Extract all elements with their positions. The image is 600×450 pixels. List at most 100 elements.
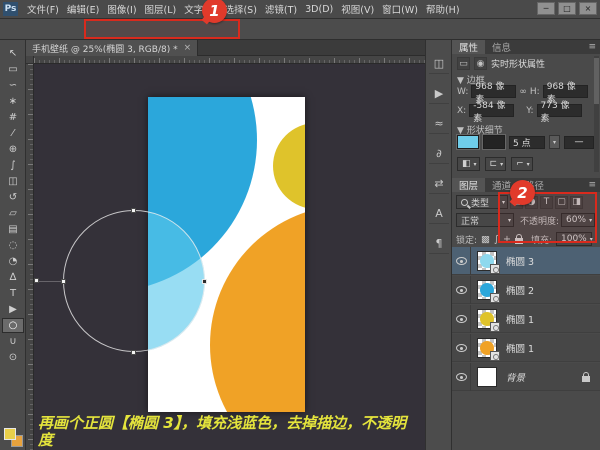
tab-properties[interactable]: 属性 <box>452 40 485 54</box>
eye-icon <box>456 373 467 381</box>
caption-line-1: 再画个正圆【椭圆 3】，填充浅蓝色，去掉描边，不透明度 <box>38 414 406 449</box>
stroke-caps-dropdown[interactable]: ⊏▾ <box>485 157 507 171</box>
visibility-toggle[interactable] <box>452 247 471 275</box>
pen-tool[interactable]: ∆ <box>2 270 24 285</box>
layer-thumbnail[interactable] <box>477 309 497 329</box>
prop-y-field[interactable]: 773 像素 <box>537 104 582 117</box>
menu-window[interactable]: 窗口(W) <box>378 2 422 16</box>
layer-name[interactable]: 椭圆 1 <box>506 312 534 326</box>
panel-menu-icon[interactable]: ≡ <box>588 178 600 192</box>
layer-name[interactable]: 椭圆 1 <box>506 341 534 355</box>
zoom-tool[interactable]: ⊙ <box>2 350 24 365</box>
tab-close-icon[interactable]: × <box>184 43 192 53</box>
menu-help[interactable]: 帮助(H) <box>422 2 464 16</box>
maximize-button[interactable]: □ <box>558 2 576 15</box>
styles-panel-icon[interactable]: ∂ <box>429 144 449 164</box>
move-tool[interactable]: ↖ <box>2 46 24 61</box>
layer-row-ellipse-2[interactable]: 椭圆 2 <box>452 276 600 304</box>
eyedropper-tool[interactable]: ⁄ <box>2 126 24 141</box>
layer-thumbnail[interactable] <box>477 251 497 271</box>
prop-stroke-width-field[interactable]: 5 点 <box>509 136 545 149</box>
layer-row-ellipse-1-yellow[interactable]: 椭圆 1 <box>452 305 600 333</box>
swap-panel-icon[interactable]: ⇄ <box>429 174 449 194</box>
panel-menu-icon[interactable]: ≡ <box>588 40 600 54</box>
path-select-tool[interactable]: ▶ <box>2 302 24 317</box>
visibility-toggle[interactable] <box>452 334 471 362</box>
properties-scrollbar[interactable] <box>594 56 599 172</box>
actions-panel-icon[interactable]: ▶ <box>429 84 449 104</box>
prop-h-field[interactable]: 968 像素 <box>543 85 588 98</box>
prop-fill-swatch[interactable] <box>457 135 479 149</box>
healing-tool[interactable]: ⊕ <box>2 142 24 157</box>
blur-tool[interactable]: ◌ <box>2 238 24 253</box>
chevron-down-icon[interactable]: ▾ <box>549 135 560 149</box>
layer-row-background[interactable]: 背景 <box>452 363 600 391</box>
prop-w-field[interactable]: 968 像素 <box>471 85 516 98</box>
anchor-right[interactable] <box>202 279 207 284</box>
layer-row-ellipse-3[interactable]: 椭圆 3 <box>452 247 600 275</box>
ellipse-1-yellow-shape <box>273 123 305 209</box>
layer-thumbnail[interactable] <box>477 367 497 387</box>
menu-edit[interactable]: 编辑(E) <box>63 2 103 16</box>
layer-thumbnail[interactable] <box>477 280 497 300</box>
prop-x-field[interactable]: -584 像素 <box>469 104 514 117</box>
hand-tool[interactable]: ∪ <box>2 334 24 349</box>
layer-name[interactable]: 椭圆 3 <box>506 254 534 268</box>
anchor-top[interactable] <box>131 208 136 213</box>
stroke-align-dropdown[interactable]: ◧▾ <box>457 157 480 171</box>
layer-row-ellipse-1-orange[interactable]: 椭圆 1 <box>452 334 600 362</box>
history-brush-tool[interactable]: ↺ <box>2 190 24 205</box>
mask-properties-icon[interactable]: ◉ <box>474 57 487 70</box>
menu-layer[interactable]: 图层(L) <box>141 2 181 16</box>
menu-3d[interactable]: 3D(D) <box>301 4 337 15</box>
layer-name[interactable]: 背景 <box>506 370 525 384</box>
ellipse-shape-tool[interactable]: ○ <box>2 318 24 333</box>
type-tool[interactable]: T <box>2 286 24 301</box>
lock-transparent-icon[interactable]: ▩ <box>481 234 490 245</box>
path-edge-handle[interactable] <box>34 278 39 283</box>
gradient-tool[interactable]: ▤ <box>2 222 24 237</box>
canvas-area[interactable] <box>34 64 425 450</box>
visibility-toggle[interactable] <box>452 363 471 391</box>
character-panel-icon[interactable]: A <box>429 204 449 224</box>
visibility-toggle[interactable] <box>452 305 471 333</box>
close-button[interactable]: × <box>579 2 597 15</box>
dodge-tool[interactable]: ◔ <box>2 254 24 269</box>
prop-h-label: H: <box>530 87 540 97</box>
anchor-bottom[interactable] <box>131 350 136 355</box>
link-dimensions-icon[interactable]: ∞ <box>519 87 527 97</box>
paragraph-panel-icon[interactable]: ¶ <box>429 234 449 254</box>
quick-select-tool[interactable]: ∗ <box>2 94 24 109</box>
ellipse-1-orange-shape <box>210 205 305 412</box>
visibility-toggle[interactable] <box>452 276 471 304</box>
document-tab[interactable]: 手机壁纸 @ 25%(椭圆 3, RGB/8) * × <box>26 40 198 56</box>
eye-icon <box>456 286 467 294</box>
anchor-left[interactable] <box>61 279 66 284</box>
layer-name[interactable]: 椭圆 2 <box>506 283 534 297</box>
eraser-tool[interactable]: ▱ <box>2 206 24 221</box>
brush-presets-panel-icon[interactable]: ≈ <box>429 114 449 134</box>
marquee-tool[interactable]: ▭ <box>2 62 24 77</box>
menu-file[interactable]: 文件(F) <box>23 2 63 16</box>
layer-thumbnail[interactable] <box>477 338 497 358</box>
brush-tool[interactable]: ∫ <box>2 158 24 173</box>
stroke-corners-dropdown[interactable]: ⌐▾ <box>511 157 533 171</box>
clone-stamp-tool[interactable]: ◫ <box>2 174 24 189</box>
menu-filter[interactable]: 滤镜(T) <box>261 2 301 16</box>
minimize-button[interactable]: ─ <box>537 2 555 15</box>
tab-layers[interactable]: 图层 <box>452 178 485 192</box>
vector-mask-icon <box>490 351 500 361</box>
tutorial-caption: 再画个正圆【椭圆 3】，填充浅蓝色，去掉描边，不透明度 60% <box>38 415 418 450</box>
clone-source-panel-icon[interactable]: ◫ <box>429 54 449 74</box>
lasso-tool[interactable]: ∽ <box>2 78 24 93</box>
live-shape-icon: ▭ <box>457 57 470 70</box>
prop-stroke-style[interactable]: — <box>564 136 594 149</box>
menu-view[interactable]: 视图(V) <box>337 2 378 16</box>
crop-tool[interactable]: # <box>2 110 24 125</box>
tab-info[interactable]: 信息 <box>485 40 518 54</box>
foreground-color-swatch[interactable] <box>4 428 16 440</box>
prop-stroke-swatch[interactable] <box>483 135 505 149</box>
prop-y-label: Y: <box>526 106 533 116</box>
menu-image[interactable]: 图像(I) <box>103 2 140 16</box>
tools-panel: ↖ ▭ ∽ ∗ # ⁄ ⊕ ∫ ◫ ↺ ▱ ▤ ◌ ◔ ∆ T ▶ ○ ∪ ⊙ … <box>0 40 26 450</box>
